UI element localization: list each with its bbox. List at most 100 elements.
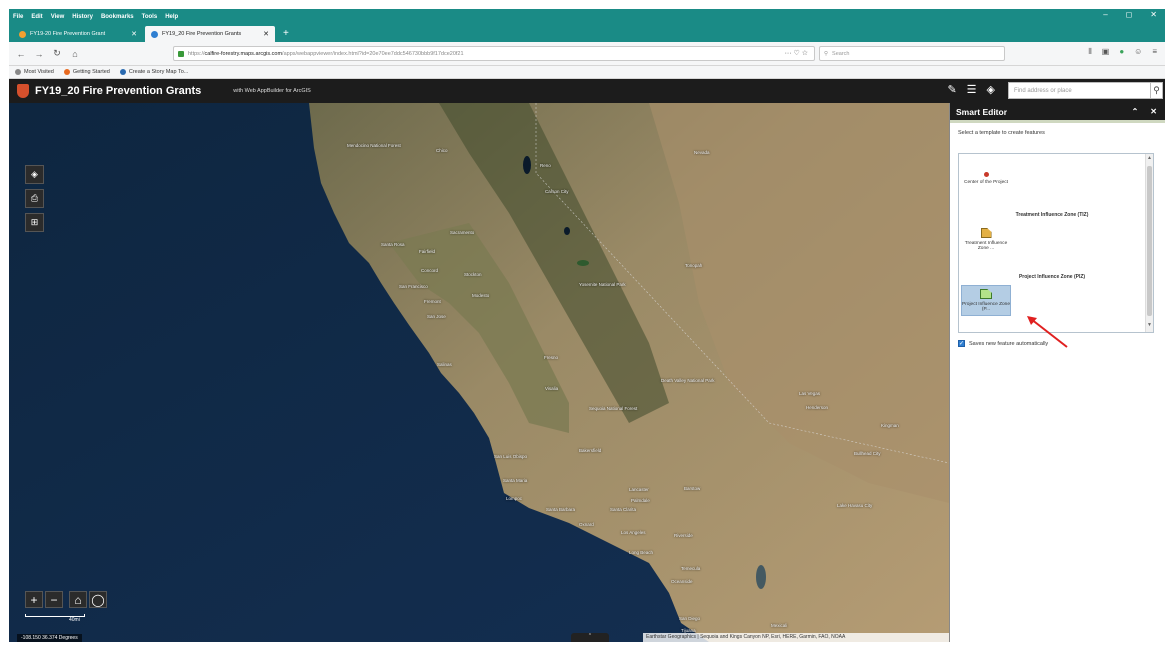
menu-edit[interactable]: Edit <box>31 14 42 20</box>
coordinate-readout[interactable]: -108.150 36.374 Degrees <box>17 634 82 642</box>
home-icon[interactable]: ⌂ <box>69 591 87 608</box>
template-center-of-project[interactable]: Center of the Project <box>961 172 1011 185</box>
map-place-label: Bakersfield <box>579 448 602 453</box>
locate-icon[interactable]: ◯ <box>89 591 107 608</box>
url-path: /apps/webappviewer/index.html?id=20e70ee… <box>282 50 464 57</box>
template-label: Project Influence Zone (P... <box>962 302 1010 312</box>
map-place-label: Stockton <box>464 272 482 277</box>
layers-icon[interactable]: ◈ <box>987 83 995 96</box>
close-icon[interactable]: ✕ <box>1150 107 1157 116</box>
bookmark-most-visited[interactable]: Most Visited <box>15 69 54 75</box>
library-icon[interactable]: ⫴ <box>1088 47 1091 57</box>
map-place-label: Concord <box>421 268 439 273</box>
zoom-in-button[interactable]: + <box>25 591 43 608</box>
map-place-label: Sacramento <box>450 230 475 235</box>
map-place-label: Death Valley National Park <box>661 378 715 383</box>
url-domain: calfire-forestry.maps.arcgis.com <box>204 50 283 57</box>
template-scrollbar[interactable]: ▲ ▼ <box>1145 154 1153 332</box>
tab-label: FY19_20 Fire Prevention Grants <box>162 31 242 37</box>
menu-view[interactable]: View <box>51 14 65 20</box>
menu-help[interactable]: Help <box>165 14 178 20</box>
app-title: FY19_20 Fire Prevention Grants <box>35 85 202 97</box>
maximize-button[interactable]: ◻ <box>1126 10 1133 19</box>
map-place-label: Bullhead City <box>854 451 881 456</box>
bottom-panel-toggle[interactable]: ⌃ <box>571 633 609 642</box>
tab-fire-prevention-grant[interactable]: FY19-20 Fire Prevention Grant ✕ <box>13 26 143 42</box>
smart-editor-panel: Smart Editor ⌃ ✕ Select a template to cr… <box>949 103 1165 642</box>
menu-bookmarks[interactable]: Bookmarks <box>101 14 134 20</box>
close-tab-icon[interactable]: ✕ <box>131 30 137 38</box>
point-symbol-icon <box>983 172 989 177</box>
bookmark-label: Most Visited <box>24 69 54 75</box>
calfire-logo <box>17 84 29 98</box>
close-window-button[interactable]: ✕ <box>1150 10 1157 19</box>
reload-icon[interactable]: ↻ <box>51 47 63 61</box>
map-place-label: Temecula <box>681 566 701 571</box>
browser-search-input[interactable]: ⚲ Search <box>819 46 1005 61</box>
extension-icon[interactable]: ● <box>1119 47 1124 57</box>
browser-window: File Edit View History Bookmarks Tools H… <box>9 9 1165 642</box>
map-view[interactable]: Chico Reno Carson City Nevada Mendocino Nati… <box>9 103 949 642</box>
app-launcher-icon[interactable]: ⊞ <box>25 213 44 232</box>
map-place-label: Reno <box>540 163 551 168</box>
menu-tools[interactable]: Tools <box>142 14 158 20</box>
satellite-basemap <box>9 103 949 642</box>
back-icon[interactable]: ← <box>15 47 27 61</box>
map-place-label: Santa Maria <box>503 478 528 483</box>
bookmark-getting-started[interactable]: Getting Started <box>63 69 110 75</box>
search-icon[interactable]: ⚲ <box>1150 82 1163 99</box>
sidebar-icon[interactable]: ▣ <box>1102 47 1110 57</box>
page-actions[interactable]: ··· ♡ ☆ <box>785 49 808 57</box>
scroll-up-icon[interactable]: ▲ <box>1147 155 1152 161</box>
map-place-label: Lompoc <box>506 496 523 501</box>
search-placeholder: Search <box>832 50 850 57</box>
account-icon[interactable]: ☺ <box>1134 47 1142 57</box>
header-widgets: ✎ ☰ ◈ <box>947 83 995 96</box>
close-tab-icon[interactable]: ✕ <box>263 30 269 38</box>
bookmarks-bar: Most Visited Getting Started Create a St… <box>9 66 1165 79</box>
template-project-influence-zone[interactable]: Project Influence Zone (P... <box>961 285 1011 316</box>
layer-list-icon[interactable]: ◈ <box>25 165 44 184</box>
bookmark-story-map[interactable]: Create a Story Map To... <box>119 69 189 75</box>
map-place-label: Santa Rosa <box>381 242 405 247</box>
save-automatically-checkbox[interactable]: ✓ <box>958 340 965 347</box>
scrollbar-thumb[interactable] <box>1147 166 1152 316</box>
url-prefix: https:// <box>188 50 205 57</box>
polygon-symbol-icon <box>980 289 992 299</box>
hamburger-menu-icon[interactable]: ≡ <box>1152 47 1157 57</box>
globe-icon <box>119 69 126 75</box>
scroll-down-icon[interactable]: ▼ <box>1147 322 1152 328</box>
browser-toolbar: ⫴ ▣ ● ☺ ≡ <box>1088 47 1157 57</box>
smart-editor-icon[interactable]: ✎ <box>947 83 956 96</box>
zoom-out-button[interactable]: − <box>45 591 63 608</box>
zoom-controls: + − ⌂ ◯ <box>25 591 107 608</box>
panel-header: Smart Editor ⌃ ✕ <box>950 103 1165 123</box>
template-treatment-influence-zone[interactable]: Treatment Influence Zone ... <box>961 228 1011 251</box>
address-search-input[interactable]: Find address or place <box>1008 82 1152 99</box>
window-controls: – ◻ ✕ <box>1103 10 1157 19</box>
tab-fire-prevention-grants-active[interactable]: FY19_20 Fire Prevention Grants ✕ <box>145 26 275 42</box>
map-place-label: San Francisco <box>399 284 428 289</box>
map-place-label: Fremont <box>424 299 441 304</box>
new-tab-button[interactable]: + <box>277 26 295 42</box>
template-label: Center of the Project <box>964 180 1008 185</box>
map-place-label: Los Angeles <box>621 530 646 535</box>
collapse-icon[interactable]: ⌃ <box>1132 107 1139 116</box>
map-place-label: Long Beach <box>629 550 654 555</box>
menu-file[interactable]: File <box>13 14 23 20</box>
map-attribution: Earthstar Geographics | Sequoia and King… <box>643 633 949 642</box>
print-icon[interactable]: ⎙ <box>25 189 44 208</box>
map-place-label: Oceanside <box>671 579 693 584</box>
map-place-label: Fairfield <box>419 249 436 254</box>
template-instruction: Select a template to create features <box>958 130 1045 136</box>
map-place-label: Visalia <box>545 386 559 391</box>
forward-icon[interactable]: → <box>33 47 45 61</box>
url-bar[interactable]: https:// calfire-forestry.maps.arcgis.co… <box>173 46 815 61</box>
polygon-symbol-icon <box>980 228 992 238</box>
legend-icon[interactable]: ☰ <box>967 83 977 96</box>
minimize-button[interactable]: – <box>1103 10 1107 19</box>
bookmark-label: Create a Story Map To... <box>128 69 189 75</box>
menu-history[interactable]: History <box>72 14 93 20</box>
map-place-label: Lancaster <box>629 487 649 492</box>
home-icon[interactable]: ⌂ <box>69 47 81 61</box>
